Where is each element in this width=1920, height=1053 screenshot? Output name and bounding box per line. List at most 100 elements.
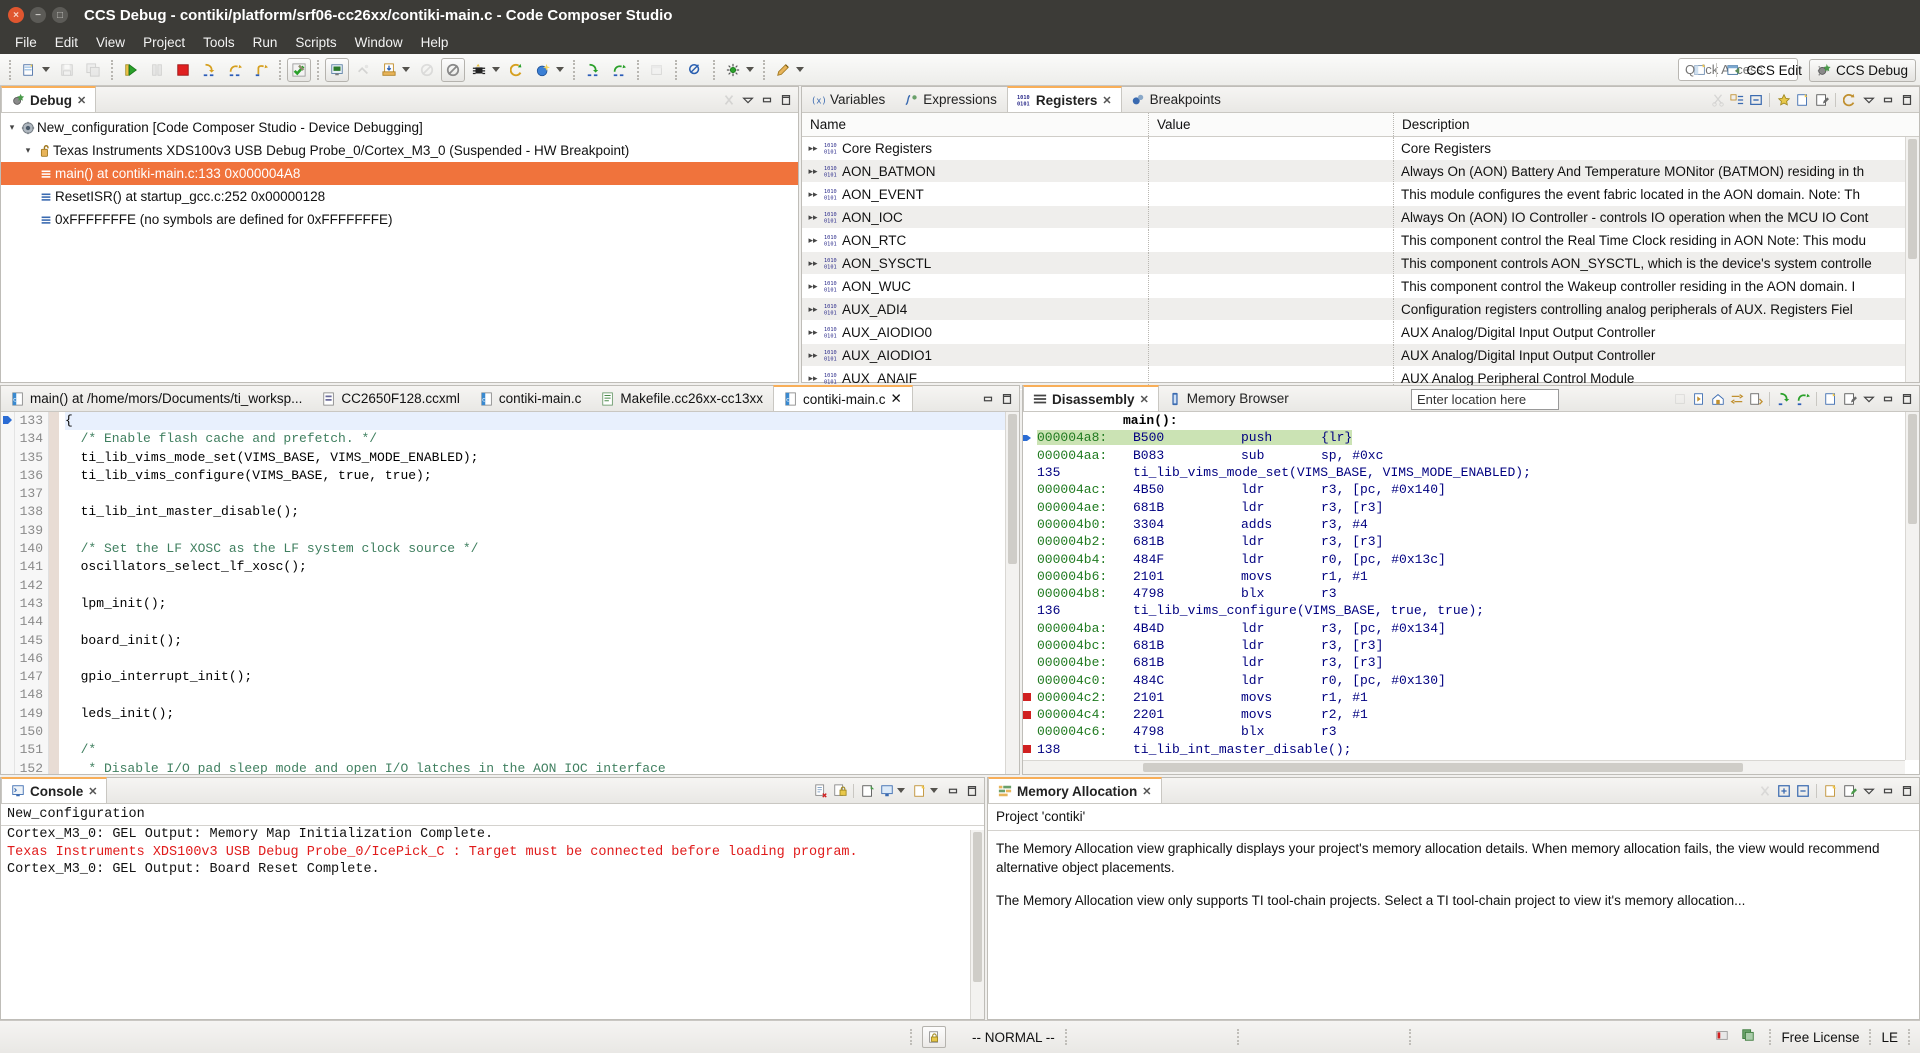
- edit-view-icon[interactable]: [1841, 390, 1858, 407]
- disassembly-horizontal-scrollbar[interactable]: [1023, 760, 1905, 774]
- editor-code-line[interactable]: lpm_init();: [65, 595, 1005, 613]
- editor-code-line[interactable]: [65, 686, 1005, 704]
- step-into-disasm-icon[interactable]: [1775, 390, 1792, 407]
- editor-vertical-scrollbar[interactable]: [1005, 412, 1019, 774]
- console-vertical-scrollbar[interactable]: [970, 830, 984, 1019]
- registers-row[interactable]: ▸10100101AON_SYSCTLThis component contro…: [802, 252, 1919, 275]
- expand-arrow-icon[interactable]: ▸: [806, 327, 820, 338]
- expand-arrow-icon[interactable]: ▸: [806, 373, 820, 384]
- editor-code-line[interactable]: * Disable I/O pad sleep mode and open I/…: [65, 760, 1005, 774]
- editor-tab-main-stack[interactable]: c main() at /home/mors/Documents/ti_work…: [1, 386, 312, 411]
- new-view-icon[interactable]: [1822, 782, 1839, 799]
- open-perspective-icon[interactable]: [1688, 58, 1712, 82]
- expand-arrow-icon[interactable]: ▸: [806, 143, 820, 154]
- collapse-all-icon[interactable]: [1747, 91, 1764, 108]
- debug-tree-row[interactable]: ResetISR() at startup_gcc.c:252 0x000001…: [1, 185, 798, 208]
- menu-run[interactable]: Run: [244, 33, 287, 52]
- editor-code-line[interactable]: /*: [65, 741, 1005, 759]
- step-over-disasm-icon[interactable]: [1794, 390, 1811, 407]
- expand-arrow-icon[interactable]: ▸: [806, 212, 820, 223]
- close-icon[interactable]: ✕: [891, 391, 902, 407]
- debug-tree-row[interactable]: New_configuration [Code Composer Studio …: [1, 116, 798, 139]
- tab-memory-allocation[interactable]: Memory Allocation ✕: [988, 777, 1162, 803]
- hardware-trace-dropdown-icon[interactable]: [492, 67, 500, 72]
- load-program-icon[interactable]: [377, 58, 401, 82]
- minimize-view-icon[interactable]: [1879, 782, 1896, 799]
- editor-tab-contiki-main-active[interactable]: c contiki-main.c ✕: [773, 385, 913, 411]
- console-body[interactable]: New_configuration Cortex_M3_0: GEL Outpu…: [1, 804, 984, 1019]
- statusbar-writable-icon[interactable]: [922, 1026, 946, 1048]
- resume-icon[interactable]: [119, 58, 143, 82]
- minimize-view-icon[interactable]: [758, 91, 775, 108]
- disassembly-scrollbar-thumb[interactable]: [1908, 414, 1917, 524]
- disassembly-row[interactable]: 000004a8:B500push{lr}: [1023, 429, 1919, 446]
- view-menu-icon[interactable]: [739, 91, 756, 108]
- close-icon[interactable]: ✕: [1140, 393, 1149, 406]
- disassembly-row[interactable]: 000004b8:4798blxr3: [1023, 585, 1919, 602]
- annotate-dropdown-icon[interactable]: [796, 67, 804, 72]
- step-into-asm-icon[interactable]: [581, 58, 605, 82]
- build-icon[interactable]: [287, 58, 311, 82]
- step-return-icon[interactable]: [249, 58, 273, 82]
- disassembly-row[interactable]: 000004ba:4B4Dldrr3, [pc, #0x134]: [1023, 620, 1919, 637]
- registers-row[interactable]: ▸10100101AUX_AIODIO0AUX Analog/Digital I…: [802, 321, 1919, 344]
- minimize-window-button[interactable]: −: [30, 7, 46, 23]
- tab-breakpoints[interactable]: Breakpoints: [1122, 87, 1231, 112]
- hardware-trace-icon[interactable]: [467, 58, 491, 82]
- new-file-icon[interactable]: [17, 58, 41, 82]
- editor-code-line[interactable]: ti_lib_vims_mode_set(VIMS_BASE, VIMS_MOD…: [65, 449, 1005, 467]
- registers-row[interactable]: ▸10100101Core RegistersCore Registers: [802, 137, 1919, 160]
- disassembly-row[interactable]: 000004bc:681Bldrr3, [r3]: [1023, 637, 1919, 654]
- disassembly-hscrollbar-thumb[interactable]: [1143, 763, 1743, 772]
- tab-expressions[interactable]: Expressions: [895, 87, 1007, 112]
- new-console-dropdown-icon[interactable]: [930, 788, 938, 793]
- disassembly-row[interactable]: 000004b0:3304addsr3, #4: [1023, 516, 1919, 533]
- clear-console-icon[interactable]: [812, 782, 829, 799]
- registers-row[interactable]: ▸10100101AON_RTCThis component control t…: [802, 229, 1919, 252]
- expand-arrow-icon[interactable]: ▸: [806, 304, 820, 315]
- collapse-all-icon[interactable]: [1794, 782, 1811, 799]
- editor-code-line[interactable]: [65, 613, 1005, 631]
- editor-tab-contiki-main-1[interactable]: c contiki-main.c: [470, 386, 592, 411]
- disconnect-target-icon[interactable]: [441, 58, 465, 82]
- tab-registers[interactable]: 10100101 Registers ✕: [1007, 86, 1122, 112]
- registers-row[interactable]: ▸10100101AON_BATMONAlways On (AON) Batte…: [802, 160, 1919, 183]
- editor-code-line[interactable]: leds_init();: [65, 705, 1005, 723]
- registers-row[interactable]: ▸10100101AUX_AIODIO1AUX Analog/Digital I…: [802, 344, 1919, 367]
- terminate-icon[interactable]: [171, 58, 195, 82]
- debug-tree-row-selected[interactable]: main() at contiki-main.c:133 0x000004A8: [1, 162, 798, 185]
- editor-code-line[interactable]: oscillators_select_lf_xosc();: [65, 558, 1005, 576]
- menu-window[interactable]: Window: [346, 33, 412, 52]
- maximize-view-icon[interactable]: [1898, 91, 1915, 108]
- clock-enable-icon[interactable]: [531, 58, 555, 82]
- editor-code-line[interactable]: ti_lib_int_master_disable();: [65, 503, 1005, 521]
- close-icon[interactable]: ✕: [77, 94, 86, 107]
- editor-breakpoint-gutter[interactable]: [1, 412, 15, 774]
- pin-console-icon[interactable]: [859, 782, 876, 799]
- editor-code-line[interactable]: /* Set the LF XOSC as the LF system cloc…: [65, 540, 1005, 558]
- registers-scrollbar-thumb[interactable]: [1908, 139, 1917, 259]
- registers-row[interactable]: ▸10100101AON_EVENTThis module configures…: [802, 183, 1919, 206]
- editor-code-area[interactable]: 1331341351361371381391401411421431441451…: [1, 412, 1019, 774]
- edit-view-icon[interactable]: [1813, 91, 1830, 108]
- close-icon[interactable]: ✕: [88, 785, 97, 798]
- statusbar-copy-icon[interactable]: [1741, 1028, 1759, 1046]
- debug-configurations-icon[interactable]: [721, 58, 745, 82]
- expand-all-icon[interactable]: [1728, 91, 1745, 108]
- minimize-editor-icon[interactable]: [979, 390, 996, 407]
- disassembly-row[interactable]: 000004c6:4798blxr3: [1023, 723, 1919, 740]
- disassembly-row[interactable]: 000004be:681Bldrr3, [r3]: [1023, 654, 1919, 671]
- disassembly-location-input[interactable]: [1411, 389, 1559, 410]
- expand-arrow-icon[interactable]: ▸: [806, 235, 820, 246]
- view-menu-icon[interactable]: [1860, 390, 1877, 407]
- disassembly-row[interactable]: 000004b2:681Bldrr3, [r3]: [1023, 533, 1919, 550]
- expand-arrow-icon[interactable]: [21, 145, 35, 156]
- statusbar-indicator-icon[interactable]: [1715, 1028, 1733, 1046]
- console-scrollbar-thumb[interactable]: [973, 832, 982, 982]
- menu-project[interactable]: Project: [134, 33, 194, 52]
- column-description[interactable]: Description: [1394, 113, 1919, 136]
- display-console-dropdown-icon[interactable]: [897, 788, 905, 793]
- step-over-asm-icon[interactable]: [607, 58, 631, 82]
- editor-tab-ccxml[interactable]: CC2650F128.ccxml: [312, 386, 470, 411]
- editor-source-text[interactable]: { /* Enable flash cache and prefetch. */…: [59, 412, 1005, 774]
